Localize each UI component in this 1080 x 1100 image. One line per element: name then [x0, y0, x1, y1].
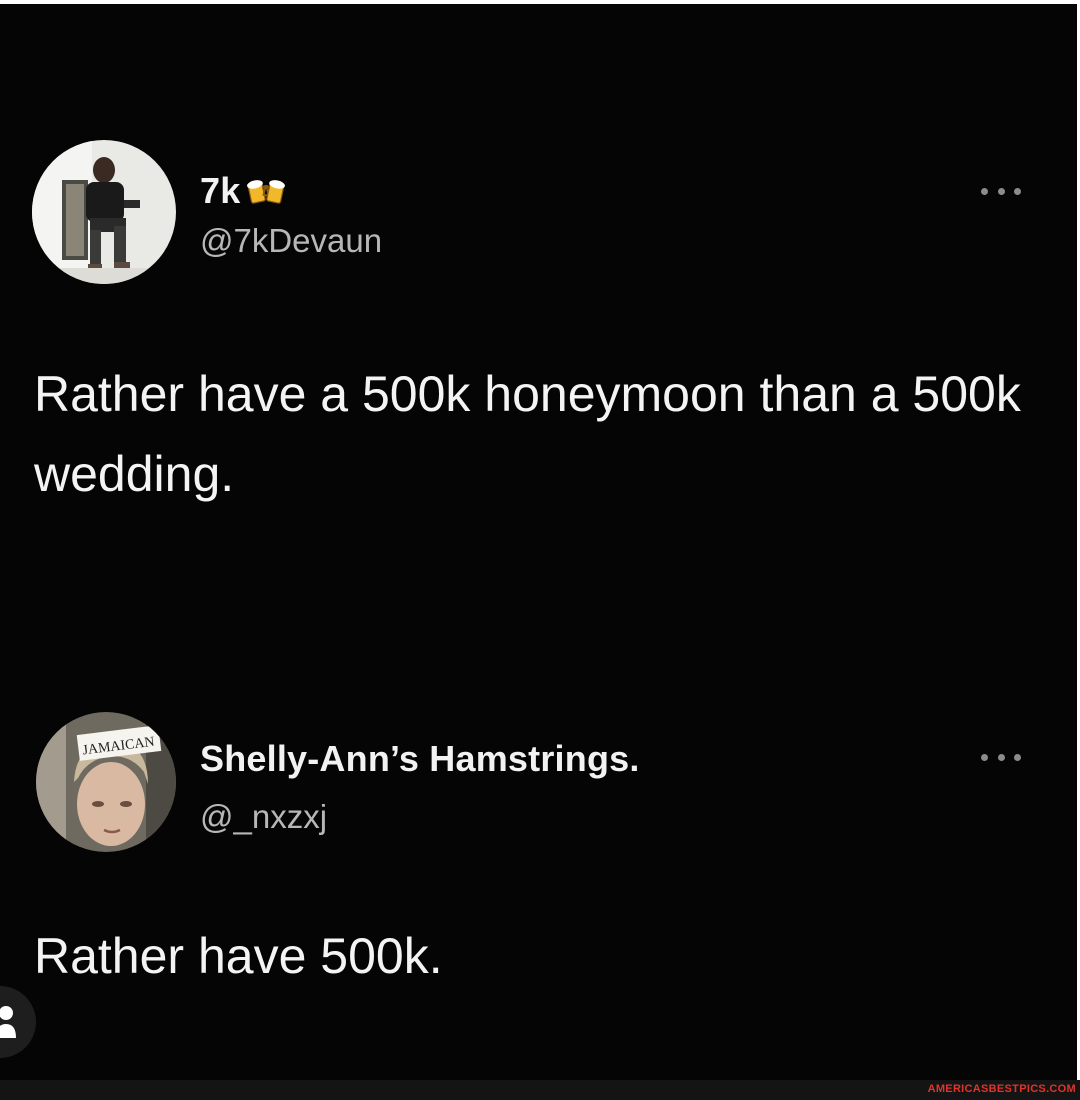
display-name[interactable]: Shelly-Ann’s Hamstrings.	[200, 738, 640, 780]
tweet-text: Rather have 500k.	[34, 928, 443, 984]
display-name[interactable]: 7k	[200, 170, 240, 212]
more-options-icon[interactable]	[981, 750, 1021, 764]
watermark: AMERICASBESTPICS.COM	[927, 1083, 1076, 1095]
tweet: 7k @7kDevaun Rather have a 500k honeymoo…	[0, 136, 1077, 516]
avatar-photo: JAMAICAN	[36, 712, 176, 852]
avatar[interactable]	[32, 140, 176, 284]
handle[interactable]: @_nxzxj	[200, 798, 327, 836]
tweet-screenshot: 7k @7kDevaun Rather have a 500k honeymoo…	[0, 4, 1077, 1080]
beer-mugs-icon	[246, 174, 286, 208]
tweet-text: Rather have a 500k honeymoon than a 500k…	[34, 366, 1021, 502]
post-frame: 7k @7kDevaun Rather have a 500k honeymoo…	[0, 0, 1080, 1100]
avatar-photo	[32, 140, 176, 284]
avatar[interactable]: JAMAICAN	[36, 712, 176, 852]
person-icon	[0, 1006, 16, 1038]
handle[interactable]: @7kDevaun	[200, 222, 382, 260]
name-row: Shelly-Ann’s Hamstrings.	[200, 738, 640, 780]
bottom-bar: AMERICASBESTPICS.COM	[0, 1080, 1080, 1100]
name-row: 7k	[200, 170, 286, 212]
reply-tweet: JAMAICAN Shelly-Ann’s Hamstrings. @_nxzx…	[0, 706, 1077, 996]
more-options-icon[interactable]	[981, 184, 1021, 198]
